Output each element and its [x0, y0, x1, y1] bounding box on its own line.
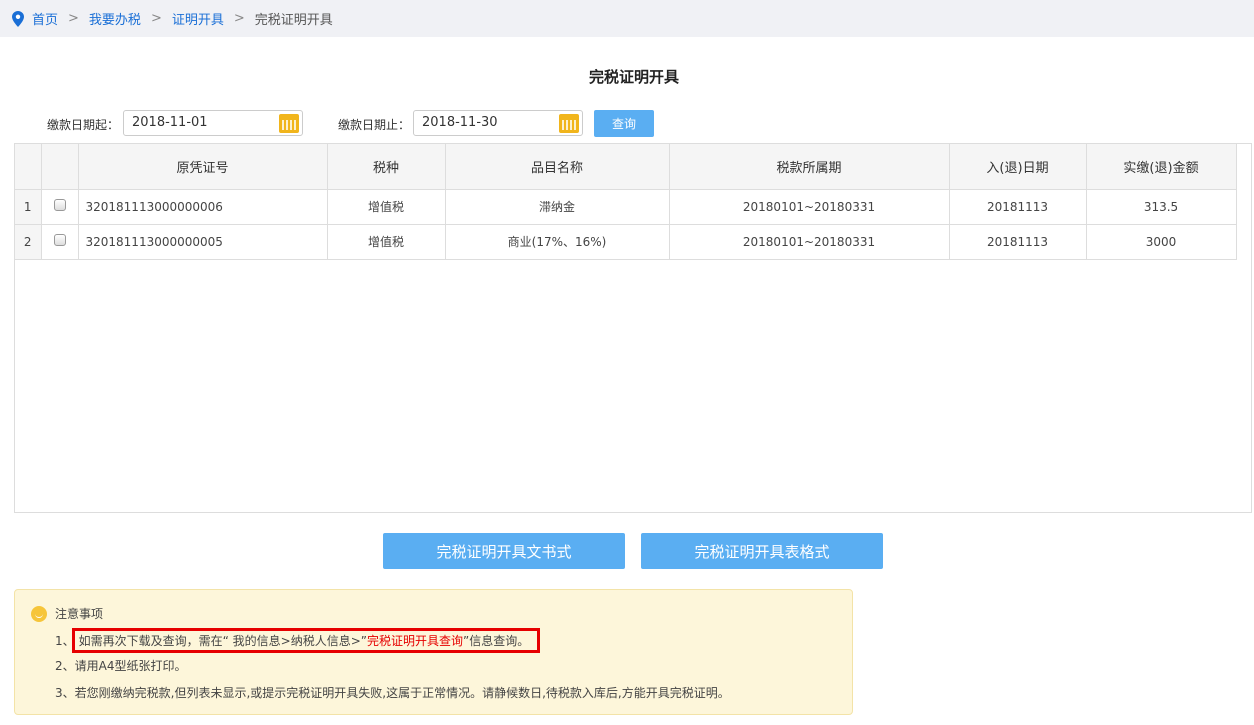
- table-row[interactable]: 1 320181113000000006 增值税 滞纳金 20180101~20…: [15, 189, 1237, 225]
- breadcrumb-current: 完税证明开具: [254, 13, 333, 28]
- doc-format-button[interactable]: 完税证明开具文书式: [383, 533, 625, 569]
- row-checkbox[interactable]: [53, 234, 66, 246]
- results-table: 原凭证号 税种 品目名称 税款所属期 入(退)日期 实缴(退)金额 1 3201…: [14, 143, 1252, 513]
- header-date[interactable]: 入(退)日期: [949, 144, 1087, 190]
- end-date-input[interactable]: 2018-11-30: [413, 110, 583, 136]
- notice-item-3: 3、若您刚缴纳完税款,但列表未显示,或提示完税证明开具失败,这属于正常情况。请静…: [55, 686, 730, 700]
- tax-cell: 增值税: [327, 224, 446, 260]
- location-pin-icon: [12, 10, 24, 27]
- notice-title: 注意事项: [55, 607, 104, 621]
- breadcrumb-tax[interactable]: 我要办税: [89, 9, 141, 28]
- query-button[interactable]: 查询: [594, 110, 654, 137]
- header-period[interactable]: 税款所属期: [669, 144, 950, 190]
- item-cell: 商业(17%、16%): [445, 224, 670, 260]
- date-cell: 20181113: [949, 224, 1087, 260]
- table-format-button[interactable]: 完税证明开具表格式: [641, 533, 883, 569]
- breadcrumb-separator: >: [233, 11, 245, 26]
- page-title: 完税证明开具: [588, 68, 679, 86]
- notice-item-1: 1、 如需再次下载及查询，需在“ 我的信息>纳税人信息>”完税证明开具查询”信息查…: [55, 628, 541, 653]
- date-cell: 20181113: [949, 189, 1087, 225]
- start-date-input[interactable]: 2018-11-01: [123, 110, 303, 136]
- period-cell: 20180101~20180331: [669, 189, 950, 225]
- period-cell: 20180101~20180331: [669, 224, 950, 260]
- breadcrumb-separator: >: [68, 11, 79, 26]
- amount-cell: 3000: [1086, 224, 1237, 260]
- end-date-value: 2018-11-30: [422, 115, 498, 130]
- amount-cell: 313.5: [1086, 189, 1237, 225]
- highlight-box: 如需再次下载及查询，需在“ 我的信息>纳税人信息>”完税证明开具查询”信息查询。: [71, 628, 541, 653]
- notice-item-2: 2、请用A4型纸张打印。: [55, 659, 187, 673]
- header-item[interactable]: 品目名称: [445, 144, 670, 190]
- breadcrumb-home[interactable]: 首页: [32, 9, 58, 28]
- smile-icon: [31, 605, 47, 622]
- table-header: 原凭证号 税种 品目名称 税款所属期 入(退)日期 实缴(退)金额: [15, 144, 1237, 190]
- voucher-cell: 320181113000000006: [78, 189, 328, 225]
- breadcrumb-certificates[interactable]: 证明开具: [172, 9, 224, 28]
- header-voucher[interactable]: 原凭证号: [78, 144, 328, 190]
- certificate-query-link[interactable]: 完税证明开具查询: [367, 634, 463, 648]
- end-date-label: 缴款日期止：: [338, 118, 411, 132]
- notice-box: 注意事项 1、 如需再次下载及查询，需在“ 我的信息>纳税人信息>”完税证明开具查…: [14, 589, 853, 715]
- row-checkbox[interactable]: [53, 199, 66, 211]
- header-tax[interactable]: 税种: [327, 144, 446, 190]
- tax-cell: 增值税: [327, 189, 446, 225]
- breadcrumb: 首页 > 我要办税 > 证明开具 > 完税证明开具: [0, 0, 1254, 37]
- voucher-cell: 320181113000000005: [78, 224, 328, 260]
- table-row[interactable]: 2 320181113000000005 增值税 商业(17%、16%) 201…: [15, 224, 1237, 260]
- breadcrumb-separator: >: [150, 11, 162, 26]
- calendar-icon[interactable]: [559, 114, 579, 133]
- header-amount[interactable]: 实缴(退)金额: [1086, 144, 1237, 190]
- start-date-label: 缴款日期起：: [47, 118, 120, 132]
- calendar-icon[interactable]: [279, 114, 299, 133]
- item-cell: 滞纳金: [445, 189, 670, 225]
- row-number: 1: [15, 189, 42, 225]
- row-number: 2: [15, 224, 42, 260]
- start-date-value: 2018-11-01: [132, 115, 208, 130]
